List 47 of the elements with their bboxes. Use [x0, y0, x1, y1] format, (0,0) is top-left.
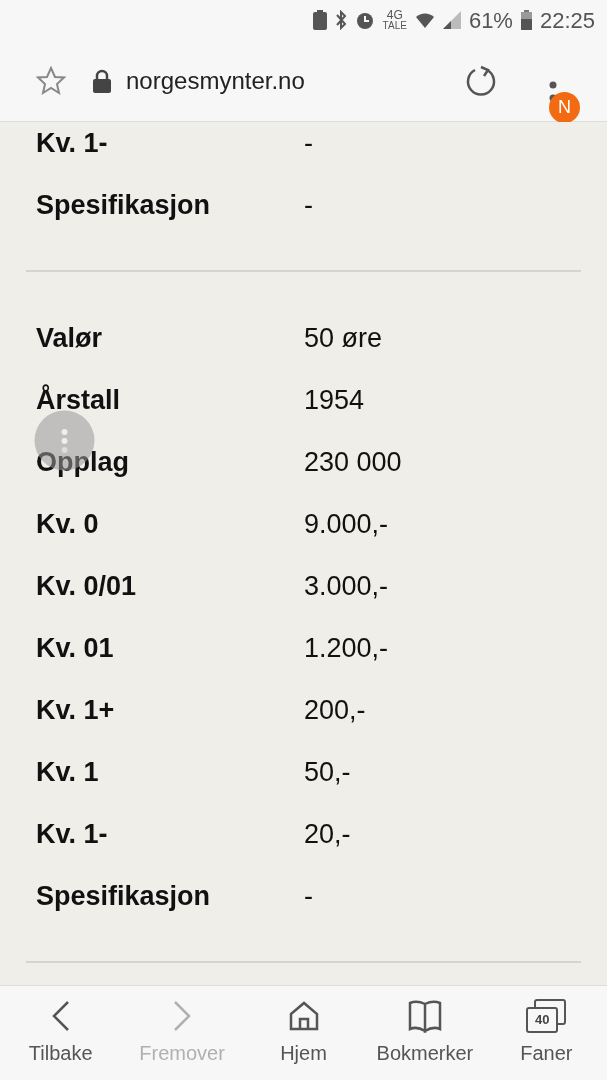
nav-home-button[interactable]: Hjem — [242, 986, 365, 1080]
battery-icon — [520, 10, 532, 30]
field-value: - — [304, 126, 314, 160]
field-label: Kv. 01 — [36, 631, 114, 665]
field-label: Kv. 0/01 — [36, 569, 137, 603]
field-label: Kv. 1- — [36, 817, 108, 851]
field-label: Valør — [36, 321, 103, 355]
battery-percentage: 61% — [468, 6, 513, 35]
field-label: Kv. 1+ — [36, 693, 115, 727]
field-label: Spesifikasjon — [36, 879, 211, 913]
field-label: Årstall — [36, 383, 121, 417]
nav-back-button[interactable]: Tilbake — [0, 986, 122, 1080]
field-value: - — [304, 879, 314, 913]
star-icon — [36, 65, 66, 96]
lock-icon — [92, 68, 112, 93]
field-value: 3.000,- — [304, 569, 390, 603]
book-icon — [407, 999, 442, 1033]
field-value: 50,- — [304, 755, 352, 789]
field-value: 9.000,- — [304, 507, 390, 541]
field-value: 20,- — [304, 817, 352, 851]
nav-tabs-button[interactable]: 40 Faner — [485, 986, 607, 1080]
field-label: Spesifikasjon — [36, 188, 211, 222]
field-label: Kv. 0 — [36, 507, 99, 541]
reload-icon — [465, 64, 497, 97]
bluetooth-icon — [334, 10, 347, 30]
battery-saver-icon — [312, 10, 327, 30]
field-value: 1954 — [304, 383, 366, 417]
field-label: Kv. 1- — [36, 126, 108, 160]
field-value: - — [304, 188, 314, 222]
clock-time: 22:25 — [539, 6, 595, 35]
field-value: 200,- — [304, 693, 367, 727]
field-value: 50 øre — [304, 321, 384, 355]
notification-badge: N — [549, 92, 580, 123]
field-label: Opplag — [36, 445, 129, 479]
carrier-label: TALE — [382, 21, 407, 31]
back-icon — [50, 1000, 71, 1032]
forward-icon — [172, 1000, 193, 1032]
wifi-icon — [414, 10, 435, 30]
home-icon — [288, 1001, 319, 1031]
signal-icon — [442, 11, 461, 29]
field-label: Kv. 1 — [36, 755, 99, 789]
url-text[interactable]: norgesmynter.no — [126, 62, 305, 99]
nav-bookmarks-button[interactable]: Bokmerker — [364, 986, 486, 1080]
field-value: 230 000 — [304, 445, 403, 479]
network-type-label: 4G — [386, 9, 403, 21]
alarm-icon — [354, 10, 375, 30]
field-value: 1.200,- — [304, 631, 390, 665]
